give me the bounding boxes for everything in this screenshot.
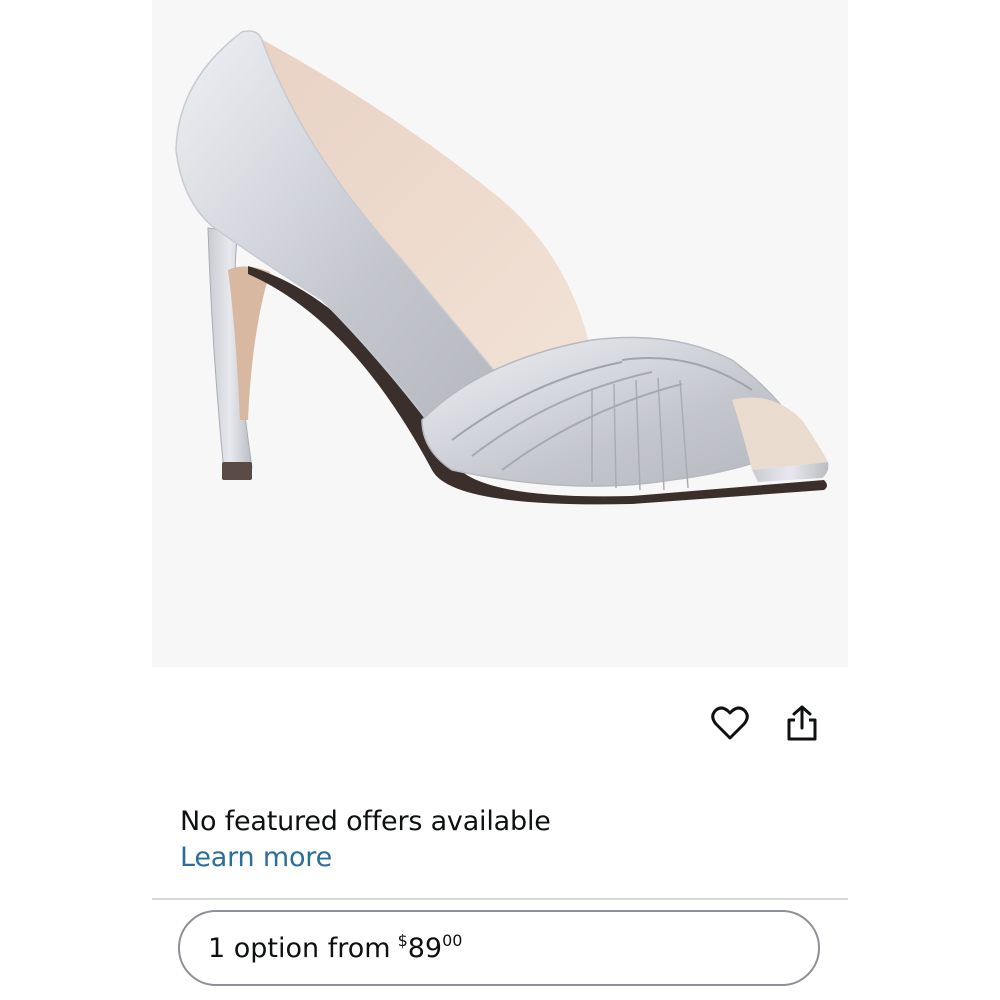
share-button[interactable] bbox=[779, 700, 825, 746]
learn-more-link[interactable]: Learn more bbox=[180, 842, 332, 873]
options-button[interactable]: 1 option from $ 89 00 bbox=[178, 910, 820, 986]
price-whole: 89 bbox=[407, 932, 443, 964]
price-fraction: 00 bbox=[442, 930, 463, 950]
shoe-illustration bbox=[175, 30, 829, 505]
price-currency: $ bbox=[397, 930, 408, 950]
product-image[interactable] bbox=[152, 0, 848, 667]
price: $ 89 00 bbox=[398, 931, 463, 964]
divider bbox=[152, 898, 848, 900]
heart-icon bbox=[711, 706, 749, 740]
favorite-button[interactable] bbox=[707, 700, 753, 746]
options-label: 1 option from bbox=[208, 932, 391, 964]
share-icon bbox=[787, 705, 817, 741]
no-offers-message: No featured offers available bbox=[180, 806, 551, 837]
product-page: No featured offers available Learn more … bbox=[0, 0, 1000, 1000]
